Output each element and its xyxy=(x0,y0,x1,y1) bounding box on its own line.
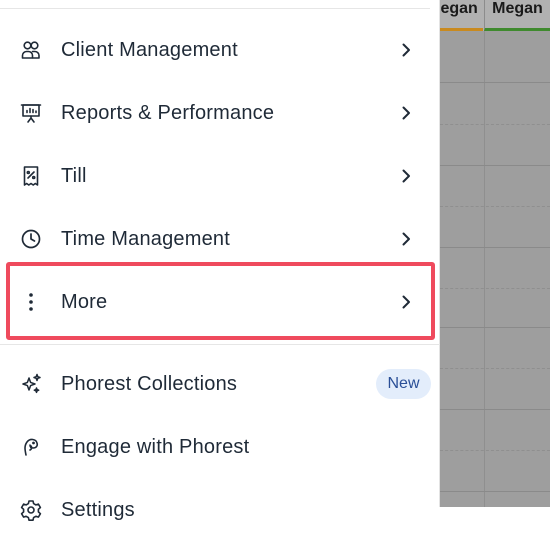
menu-item-time-management[interactable]: Time Management xyxy=(0,208,440,270)
menu-item-engage-with-phorest[interactable]: Engage with Phorest xyxy=(0,416,440,478)
calendar-grid-line xyxy=(440,206,550,207)
menu-item-phorest-collections[interactable]: Phorest Collections xyxy=(0,353,440,415)
calendar-grid-line xyxy=(440,491,550,492)
till-receipt-icon xyxy=(20,165,42,187)
chevron-right-icon xyxy=(398,231,414,247)
calendar-grid-line xyxy=(440,450,550,451)
client-management-icon xyxy=(20,39,42,61)
calendar-background: Megan Megan xyxy=(440,0,550,507)
menu-item-reports-performance[interactable]: Reports & Performance xyxy=(0,82,440,144)
calendar-grid-line xyxy=(440,124,550,125)
clock-icon xyxy=(20,228,42,250)
menu-item-settings[interactable]: Settings xyxy=(0,479,440,541)
calendar-staff-column[interactable]: Megan xyxy=(484,0,550,31)
calendar-column-divider xyxy=(484,31,485,507)
calendar-grid-line xyxy=(440,82,550,83)
calendar-grid-line xyxy=(440,288,550,289)
reports-icon xyxy=(20,102,42,124)
divider xyxy=(0,344,440,345)
engage-icon xyxy=(20,436,42,458)
divider xyxy=(0,8,430,9)
chevron-right-icon xyxy=(398,42,414,58)
calendar-staff-column[interactable]: Megan xyxy=(440,0,483,31)
calendar-grid-line xyxy=(440,165,550,166)
calendar-grid-line xyxy=(440,368,550,369)
chevron-right-icon xyxy=(398,168,414,184)
highlight-box xyxy=(6,262,435,340)
menu-item-label: Settings xyxy=(61,498,135,521)
chevron-right-icon xyxy=(398,105,414,121)
staff-name: Megan xyxy=(440,0,478,17)
menu-item-label: Time Management xyxy=(61,227,230,250)
staff-name: Megan xyxy=(492,0,543,17)
navigation-menu: Client Management Reports & Performance xyxy=(0,0,440,521)
calendar-grid-line xyxy=(440,247,550,248)
sparkles-icon xyxy=(20,373,42,395)
menu-item-label: Client Management xyxy=(61,38,238,61)
menu-item-label: Till xyxy=(61,164,87,187)
calendar-grid-line xyxy=(440,327,550,328)
menu-item-label: Reports & Performance xyxy=(61,101,275,124)
calendar-grid-line xyxy=(440,409,550,410)
new-badge: New xyxy=(376,369,431,399)
menu-item-till[interactable]: Till xyxy=(0,145,440,207)
menu-item-client-management[interactable]: Client Management xyxy=(0,19,440,81)
menu-item-label: Engage with Phorest xyxy=(61,435,250,458)
settings-icon xyxy=(20,499,42,521)
menu-item-label: Phorest Collections xyxy=(61,372,238,395)
